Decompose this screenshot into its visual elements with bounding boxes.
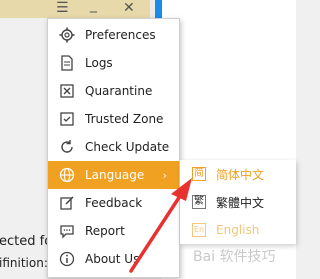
annotation-arrow bbox=[129, 178, 192, 273]
